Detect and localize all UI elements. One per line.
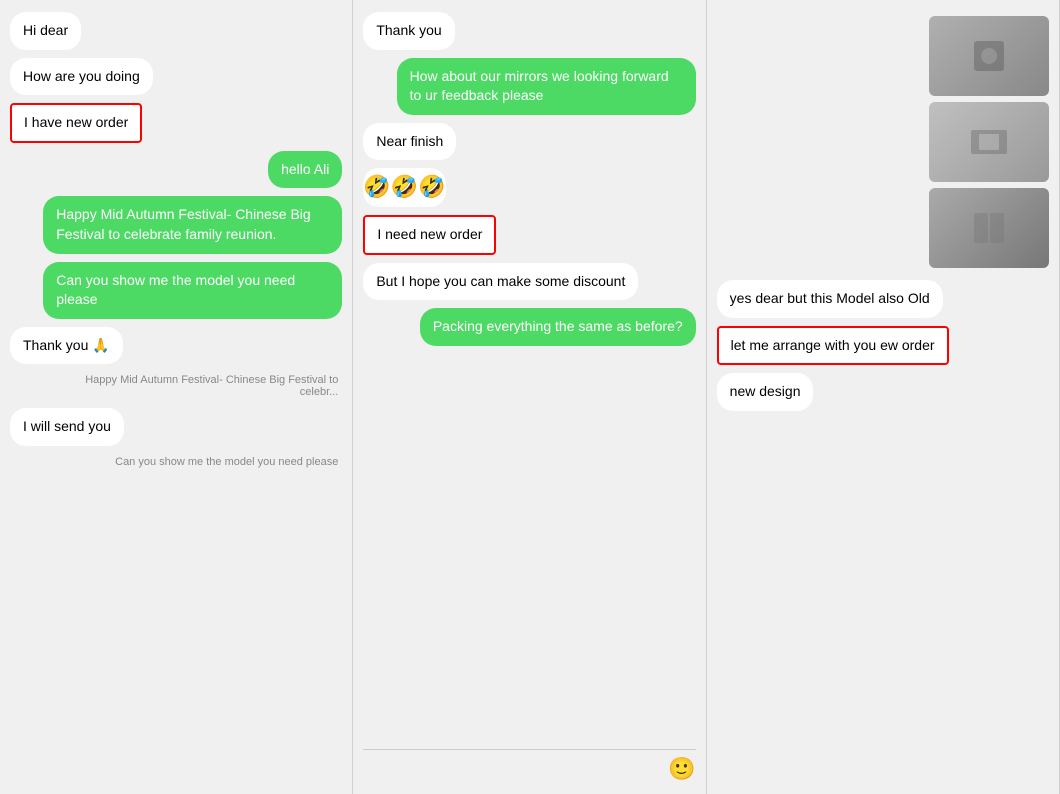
bubble-new-design: new design <box>717 373 814 411</box>
msg-how-about-mirrors: How about our mirrors we looking forward… <box>363 58 695 115</box>
msg-i-have-new-order: I have new order <box>10 103 342 143</box>
msg-emojis: 🤣🤣🤣 <box>363 168 695 207</box>
bubble-thank-you-pray: Thank you 🙏 <box>10 327 123 365</box>
msg-how-are-you: How are you doing <box>10 58 342 96</box>
preview-happy-mid: Happy Mid Autumn Festival- Chinese Big F… <box>43 372 342 400</box>
msg-i-need-new-order: I need new order <box>363 215 695 255</box>
msg-happy-mid: Happy Mid Autumn Festival- Chinese Big F… <box>10 196 342 253</box>
bubble-i-need-new-order: I need new order <box>363 215 496 255</box>
msg-thank-you: Thank you <box>363 12 695 50</box>
bubble-let-me-arrange: let me arrange with you ew order <box>717 326 949 366</box>
bubble-i-will-send: I will send you <box>10 408 124 446</box>
bubble-how-are-you: How are you doing <box>10 58 153 96</box>
bubble-hello-ali: hello Ali <box>268 151 342 189</box>
chat-column-2: Thank you How about our mirrors we looki… <box>353 0 706 794</box>
bubble-thank-you: Thank you <box>363 12 454 50</box>
msg-packing-everything: Packing everything the same as before? <box>363 308 695 346</box>
bubble-hi-dear: Hi dear <box>10 12 81 50</box>
chat-column-1: Hi dear How are you doing I have new ord… <box>0 0 353 794</box>
bubble-but-hope: But I hope you can make some discount <box>363 263 638 301</box>
bubble-i-have-new-order: I have new order <box>10 103 142 143</box>
msg-hi-dear: Hi dear <box>10 12 342 50</box>
msg-happy-mid-preview: Happy Mid Autumn Festival- Chinese Big F… <box>10 372 342 400</box>
photo-mirror-2 <box>929 102 1049 182</box>
photo-area <box>717 12 1049 272</box>
bubble-emojis: 🤣🤣🤣 <box>363 168 445 207</box>
col3-content: yes dear but this Model also Old let me … <box>717 12 1049 782</box>
msg-new-design: new design <box>717 373 1049 411</box>
chat-column-3: yes dear but this Model also Old let me … <box>707 0 1060 794</box>
bubble-how-about-mirrors: How about our mirrors we looking forward… <box>397 58 696 115</box>
bubble-yes-dear: yes dear but this Model also Old <box>717 280 943 318</box>
msg-i-will-send: I will send you <box>10 408 342 446</box>
bubble-near-finish: Near finish <box>363 123 456 161</box>
msg-yes-dear: yes dear but this Model also Old <box>717 280 1049 318</box>
photo-mirror-1 <box>929 16 1049 96</box>
msg-can-you-show-preview: Can you show me the model you need pleas… <box>10 454 342 470</box>
msg-let-me-arrange: let me arrange with you ew order <box>717 326 1049 366</box>
sticker-icon[interactable]: 🙂 <box>668 756 695 782</box>
bubble-packing-everything: Packing everything the same as before? <box>420 308 696 346</box>
msg-thank-you-pray: Thank you 🙏 <box>10 327 342 365</box>
msg-near-finish: Near finish <box>363 123 695 161</box>
msg-hello-ali: hello Ali <box>10 151 342 189</box>
col2-bottom-bar: 🙂 <box>363 749 695 782</box>
msg-can-you-show: Can you show me the model you need pleas… <box>10 262 342 319</box>
msg-but-hope: But I hope you can make some discount <box>363 263 695 301</box>
photo-mirror-3 <box>929 188 1049 268</box>
preview-can-you-show: Can you show me the model you need pleas… <box>111 454 342 470</box>
bubble-can-you-show: Can you show me the model you need pleas… <box>43 262 342 319</box>
bubble-happy-mid: Happy Mid Autumn Festival- Chinese Big F… <box>43 196 342 253</box>
